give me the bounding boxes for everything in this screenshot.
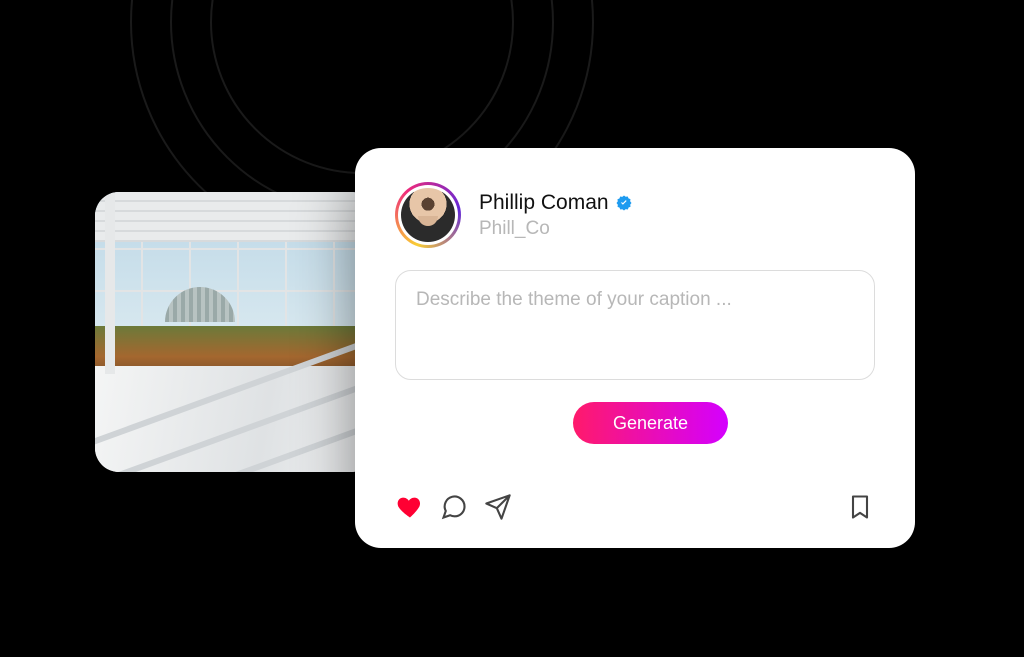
post-card: Phillip Coman Phill_Co Generate: [355, 148, 915, 548]
share-button[interactable]: [483, 492, 513, 522]
profile-handle: Phill_Co: [479, 218, 633, 240]
caption-input[interactable]: [414, 287, 860, 367]
avatar: [401, 188, 455, 242]
avatar-story-ring[interactable]: [395, 182, 461, 248]
bookmark-icon: [846, 493, 874, 521]
profile-row: Phillip Coman Phill_Co: [395, 182, 633, 248]
post-image-card[interactable]: [95, 192, 375, 472]
verified-badge-icon: [615, 194, 633, 212]
profile-display-name: Phillip Coman: [479, 190, 609, 215]
caption-input-container: [395, 270, 875, 380]
comment-button[interactable]: [439, 492, 469, 522]
post-image: [95, 192, 375, 472]
like-button[interactable]: [395, 492, 425, 522]
heart-icon: [396, 493, 424, 521]
bookmark-button[interactable]: [845, 492, 875, 522]
comment-icon: [440, 493, 468, 521]
generate-button[interactable]: Generate: [573, 402, 728, 444]
share-icon: [484, 493, 512, 521]
